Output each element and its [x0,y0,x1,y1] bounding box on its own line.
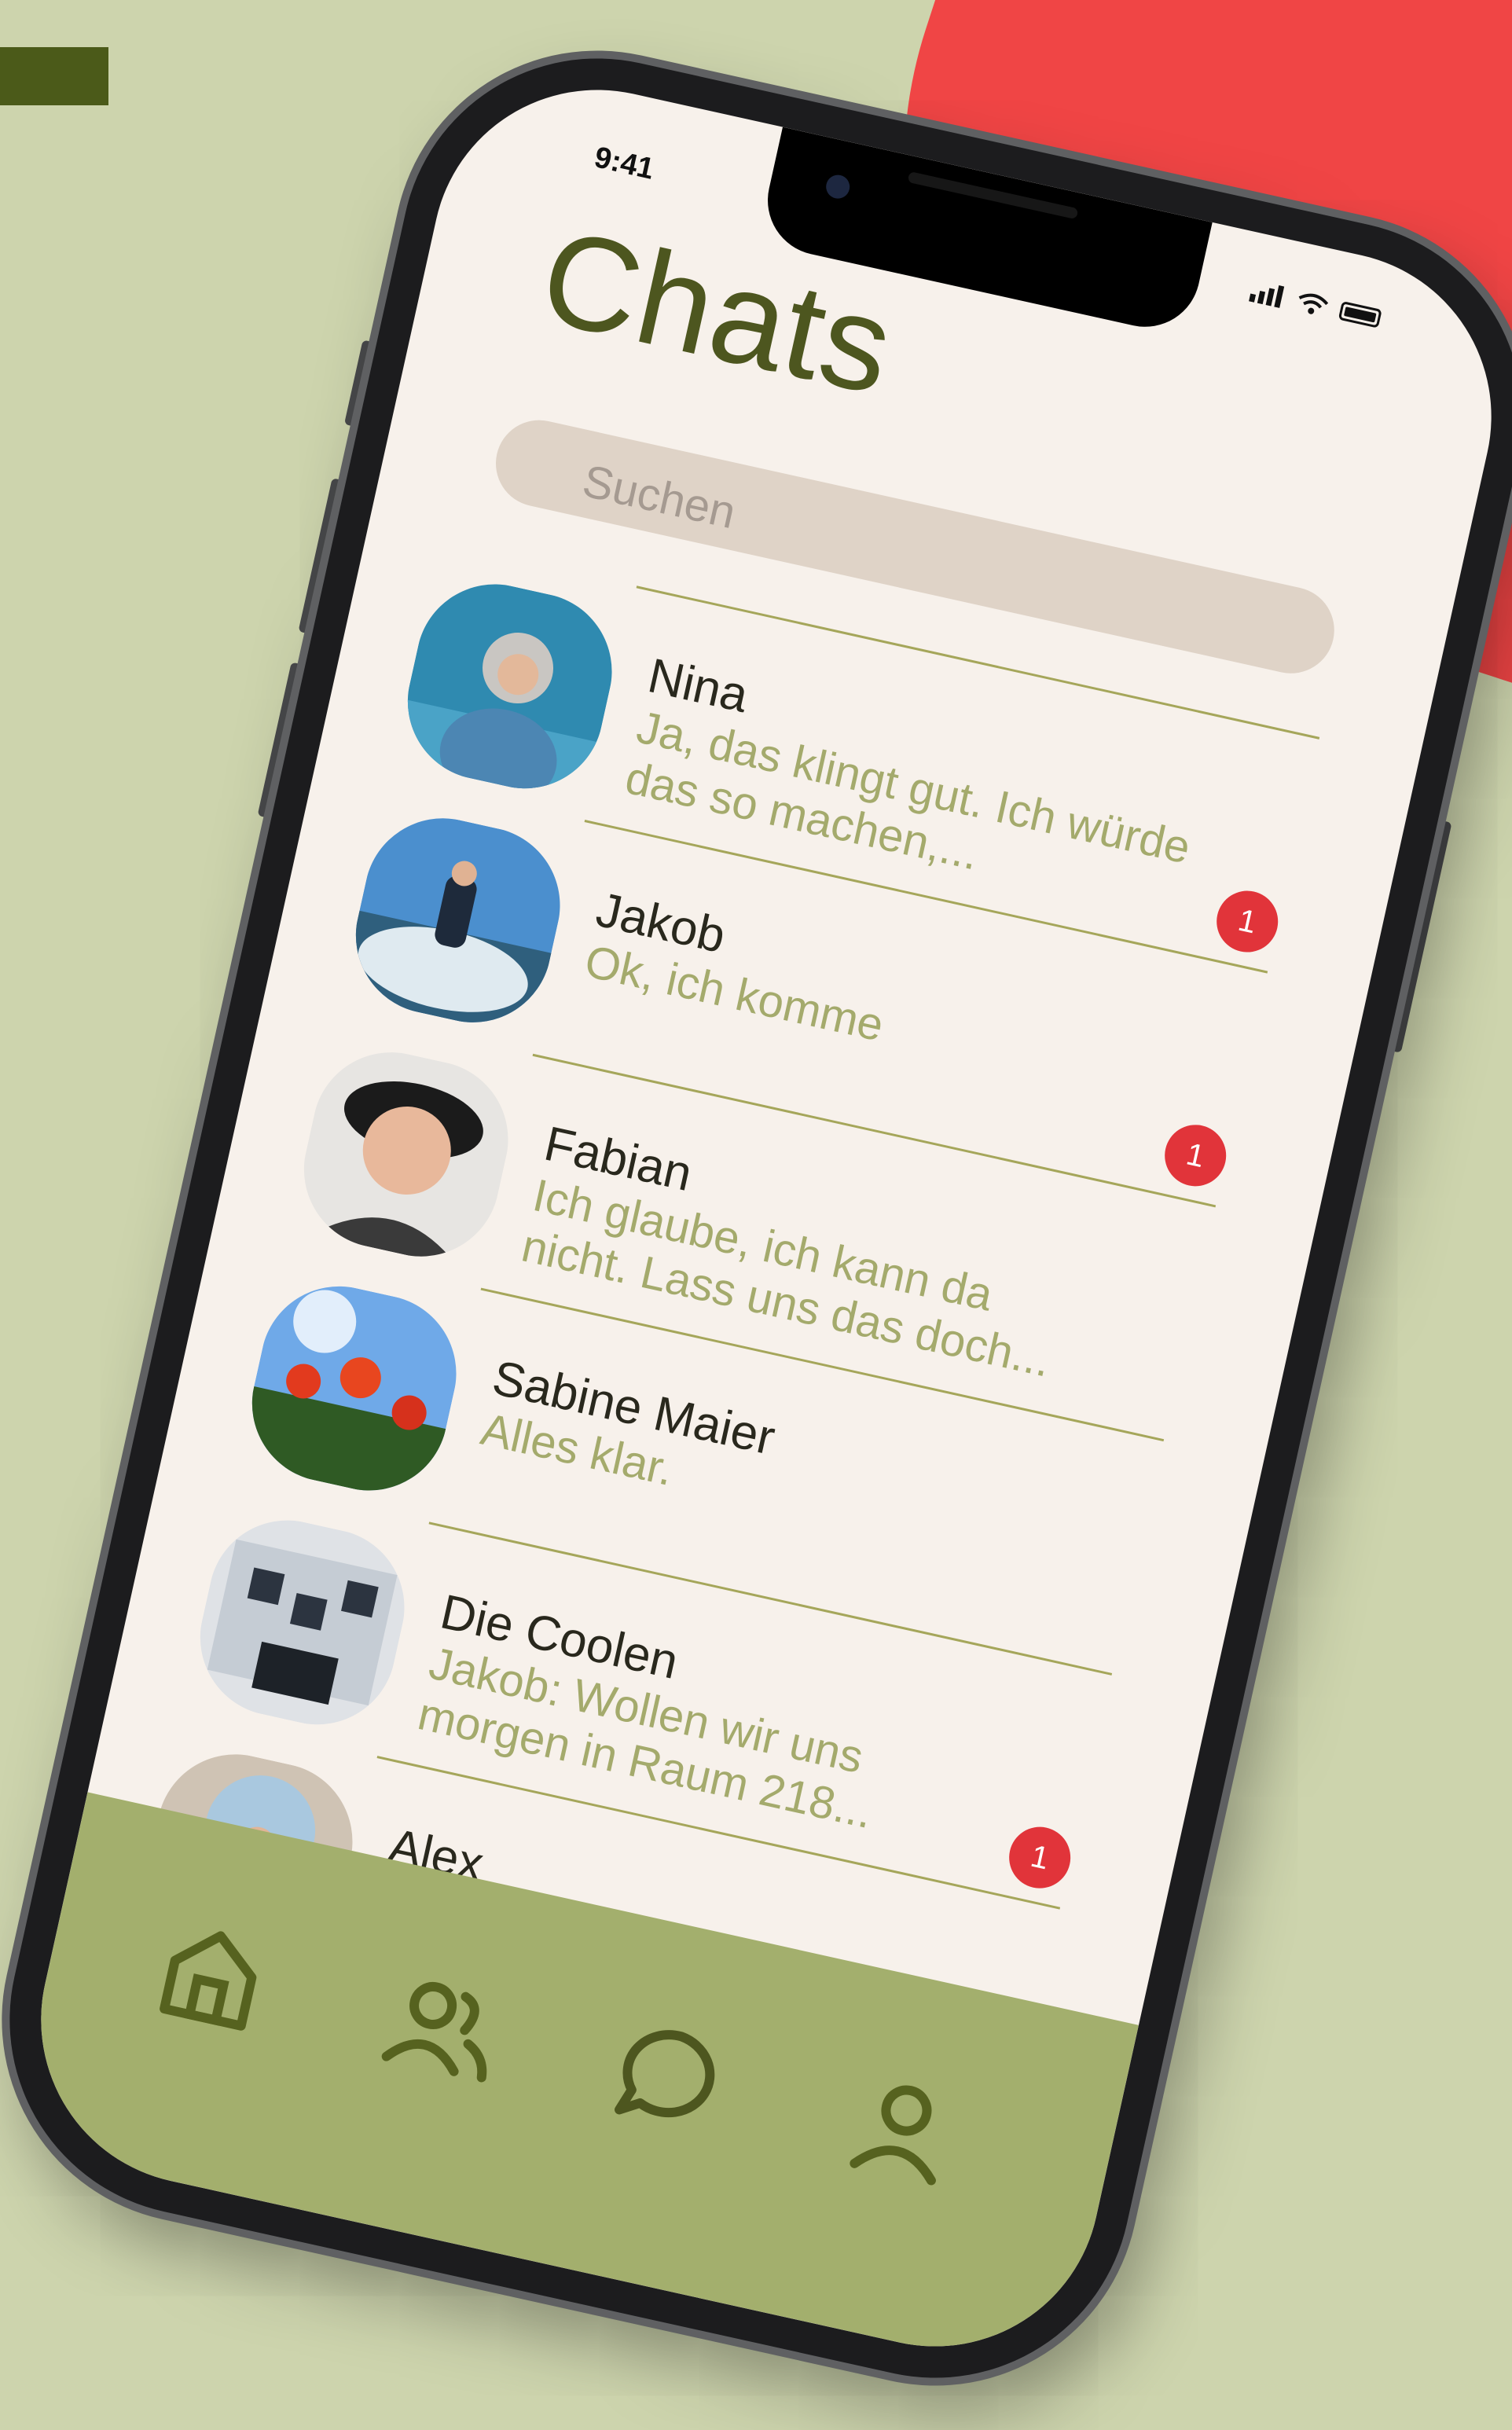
search-placeholder: Suchen [578,455,740,539]
people-icon [381,1981,487,2083]
avatar [185,1505,420,1740]
speaker-grille [907,171,1079,220]
status-time: 9:41 [591,141,657,186]
wifi-icon [1298,293,1329,314]
avatar [392,569,627,804]
unread-badge: 1 [1003,1821,1077,1895]
battery-icon [1338,300,1382,329]
chat-bubble-icon [615,2030,715,2118]
phone-frame: 9:41 Chats Suchen Nina Ja, das klingt gu… [0,20,1512,2416]
decorative-rectangle [0,47,108,105]
nav-profile[interactable] [832,2059,973,2200]
profile-icon [850,2085,936,2186]
avatar [237,1271,472,1506]
front-camera [824,172,853,201]
phone-screen: 9:41 Chats Suchen Nina Ja, das klingt gu… [9,57,1512,2379]
unread-badge: 1 [1158,1118,1232,1192]
home-icon [160,1931,257,2031]
nav-chats[interactable] [602,2009,743,2149]
signal-icon [1249,280,1287,309]
phone-mockup: 9:41 Chats Suchen Nina Ja, das klingt gu… [0,20,1512,2416]
avatar [288,1037,523,1272]
nav-home[interactable] [141,1907,282,2047]
unread-badge: 1 [1210,885,1284,959]
status-icons [1249,280,1382,330]
nav-contacts[interactable] [372,1958,512,2098]
avatar [340,803,575,1038]
